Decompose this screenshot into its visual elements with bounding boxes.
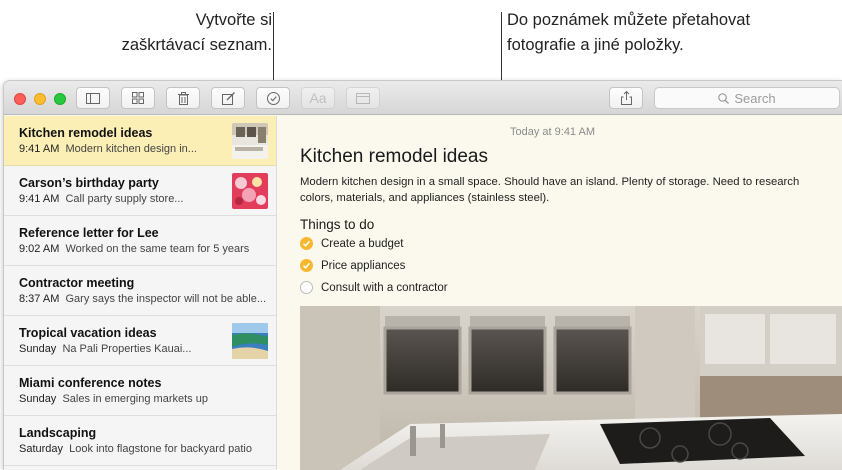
format-button[interactable]: Aa (301, 87, 335, 109)
search-input[interactable]: Search (654, 87, 840, 109)
close-window-button[interactable] (14, 93, 26, 105)
notes-window: Aa Search Kitchen remodel ideas 9:41 AM … (4, 81, 842, 470)
checklist-item-text: Consult with a contractor (321, 281, 448, 294)
grid-icon (132, 92, 144, 104)
note-snippet: Look into flagstone for backyard patio (69, 443, 252, 455)
checkbox-checked[interactable] (300, 237, 313, 250)
callout-line: Do poznámek můžete přetahovat (507, 11, 751, 29)
note-heading: Kitchen remodel ideas (300, 146, 488, 167)
note-snippet: Gary says the inspector will not be able… (65, 293, 267, 305)
kitchen-photo[interactable] (300, 306, 842, 470)
note-time: 9:02 AM (19, 243, 60, 255)
note-item-reference-letter[interactable]: Reference letter for Lee 9:02 AM Worked … (4, 216, 276, 266)
checklist-item: Create a budget (300, 237, 403, 250)
format-label: Aa (309, 90, 327, 106)
callout-line: fotografie a jiné položky. (507, 36, 684, 54)
note-time: 9:41 AM (19, 143, 60, 155)
trash-icon (177, 91, 189, 105)
note-time: Sunday (19, 343, 57, 355)
note-body-text: Modern kitchen design in a small space. … (300, 176, 800, 204)
checklist-item-text: Price appliances (321, 259, 406, 272)
note-item-miami-conference[interactable]: Miami conference notes Sunday Sales in e… (4, 366, 276, 416)
search-icon (718, 92, 730, 104)
kitchen-thumbnail (232, 123, 268, 159)
note-title: Landscaping (19, 426, 97, 440)
note-snippet: Worked on the same team for 5 years (65, 243, 250, 255)
party-thumbnail (232, 173, 268, 209)
note-title: Contractor meeting (19, 276, 135, 290)
checklist-callout: Vytvořte si zaškrtávací seznam. (42, 8, 272, 58)
checkmark-icon (302, 262, 311, 269)
sidebar-icon (86, 92, 100, 104)
note-time: Sunday (19, 393, 57, 405)
attachments-browser-button[interactable] (121, 87, 155, 109)
note-snippet: Modern kitchen design in... (65, 143, 197, 155)
table-button[interactable] (346, 87, 380, 109)
note-title: Reference letter for Lee (19, 226, 159, 240)
note-item-contractor-meeting[interactable]: Contractor meeting 8:37 AM Gary says the… (4, 266, 276, 316)
share-icon (620, 91, 632, 105)
checkmark-icon (302, 240, 311, 247)
checklist-button[interactable] (256, 87, 290, 109)
note-preview: 9:02 AM Worked on the same team for 5 ye… (19, 242, 276, 257)
note-date: Today at 9:41 AM (510, 126, 595, 138)
toolbar: Aa Search (4, 81, 842, 115)
table-icon (356, 92, 370, 104)
notes-list: Kitchen remodel ideas 9:41 AM Modern kit… (4, 116, 277, 470)
checklist-item: Consult with a contractor (300, 281, 448, 294)
checklist-item-text: Create a budget (321, 237, 404, 250)
note-item-landscaping[interactable]: Landscaping Saturday Look into flagstone… (4, 416, 276, 466)
share-button[interactable] (609, 87, 643, 109)
drag-photos-callout: Do poznámek můžete přetahovat fotografie… (507, 8, 827, 58)
checkmark-circle-icon (266, 91, 280, 105)
note-item-kitchen-remodel[interactable]: Kitchen remodel ideas 9:41 AM Modern kit… (4, 116, 276, 166)
beach-thumbnail (232, 323, 268, 359)
note-time: 9:41 AM (19, 193, 60, 205)
compose-icon (221, 91, 235, 105)
note-snippet: Na Pali Properties Kauai... (62, 343, 192, 355)
callout-line: Vytvořte si (195, 11, 272, 29)
checklist-heading: Things to do (300, 217, 375, 232)
note-snippet: Call party supply store... (65, 193, 184, 205)
checkbox-checked[interactable] (300, 259, 313, 272)
delete-note-button[interactable] (166, 87, 200, 109)
callout-line: zaškrtávací seznam. (121, 36, 272, 54)
sidebar-toggle-button[interactable] (76, 87, 110, 109)
note-item-tropical-vacation[interactable]: Tropical vacation ideas Sunday Na Pali P… (4, 316, 276, 366)
note-title: Miami conference notes (19, 376, 162, 390)
new-note-button[interactable] (211, 87, 245, 109)
note-preview: Saturday Look into flagstone for backyar… (19, 442, 276, 457)
note-item-birthday-party[interactable]: Carson’s birthday party 9:41 AM Call par… (4, 166, 276, 216)
checklist-item: Price appliances (300, 259, 405, 272)
zoom-window-button[interactable] (54, 93, 66, 105)
note-time: Saturday (19, 443, 64, 455)
checkbox-unchecked[interactable] (300, 281, 313, 294)
search-placeholder: Search (734, 90, 776, 106)
note-preview: 8:37 AM Gary says the inspector will not… (19, 292, 276, 307)
note-editor[interactable]: Today at 9:41 AM Kitchen remodel ideas M… (278, 116, 842, 470)
note-time: 8:37 AM (19, 293, 60, 305)
minimize-window-button[interactable] (34, 93, 46, 105)
note-snippet: Sales in emerging markets up (62, 393, 208, 405)
note-preview: Sunday Sales in emerging markets up (19, 392, 276, 407)
